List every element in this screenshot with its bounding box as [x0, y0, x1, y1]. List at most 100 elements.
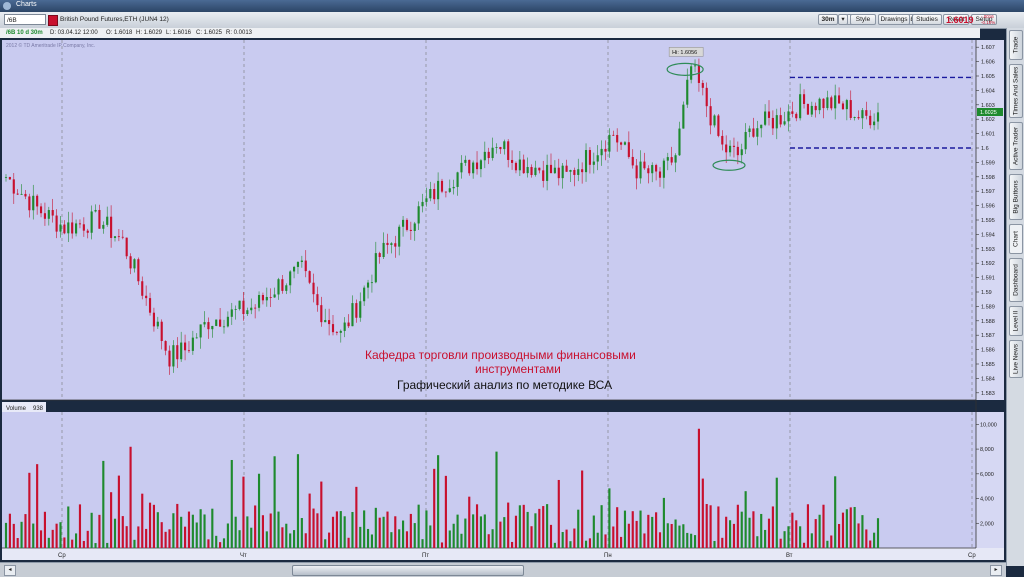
- interval-button[interactable]: 30m: [818, 14, 838, 25]
- candle-body: [690, 66, 693, 80]
- candle-body: [16, 193, 19, 195]
- price-pane[interactable]: [2, 40, 976, 400]
- candle-body: [300, 260, 303, 263]
- candle-body: [242, 300, 245, 315]
- studies-button[interactable]: Studies: [912, 14, 942, 25]
- candle-body: [779, 115, 782, 125]
- chart-scrollbar[interactable]: ◂ ▸: [0, 562, 1006, 577]
- volume-bar: [187, 511, 191, 548]
- scroll-left-icon[interactable]: ◂: [4, 565, 16, 576]
- candle-body: [518, 159, 521, 171]
- tab-dashboard[interactable]: Dashboard: [1009, 258, 1023, 302]
- volume-bar: [82, 540, 85, 548]
- candle-body: [164, 341, 167, 351]
- price-chart[interactable]: Volume 938 1.6071.6061.6051.6041.6031.60…: [0, 38, 1006, 562]
- volume-bar: [651, 516, 654, 548]
- volume-bar: [876, 518, 880, 548]
- volume-bar: [137, 526, 140, 548]
- volume-bar: [534, 513, 537, 548]
- price-axis-tick: 1.595: [981, 218, 995, 224]
- volume-bar: [604, 534, 607, 548]
- candle-body: [363, 287, 366, 302]
- candle-body: [787, 111, 790, 122]
- volume-bar: [402, 520, 405, 548]
- volume-bar: [141, 493, 144, 548]
- tab-trade[interactable]: Trade: [1009, 30, 1023, 60]
- volume-bar: [285, 523, 288, 548]
- volume-bar: [195, 522, 198, 548]
- price-axis-tick: 1.597: [981, 189, 995, 195]
- candle-body: [658, 171, 662, 178]
- candle-body: [549, 164, 553, 174]
- volume-bar: [514, 515, 518, 548]
- scrollbar-thumb[interactable]: [292, 565, 524, 576]
- volume-pane[interactable]: [2, 412, 976, 548]
- price-axis-tick: 1.585: [981, 362, 995, 368]
- candle-body: [382, 242, 385, 258]
- interval-dropdown-icon[interactable]: ▾: [838, 14, 848, 25]
- volume-bar: [277, 511, 280, 548]
- candle-body: [277, 279, 280, 295]
- candle-body: [285, 285, 288, 291]
- candle-body: [452, 186, 455, 189]
- scroll-right-icon[interactable]: ▸: [990, 565, 1002, 576]
- candle-body: [701, 82, 704, 88]
- candle-body: [370, 282, 373, 284]
- volume-bar: [717, 506, 720, 548]
- volume-bar: [300, 518, 303, 548]
- chart-label: /6B 10 d 30m: [6, 30, 43, 36]
- candle-body: [760, 124, 763, 129]
- symbol-input[interactable]: /6B: [4, 14, 46, 25]
- bar-range: R: 0.0013: [226, 30, 253, 36]
- volume-bar: [709, 505, 712, 548]
- candle-body: [627, 142, 630, 157]
- candle-body: [460, 162, 463, 173]
- tab-big-buttons[interactable]: Big Buttons: [1009, 174, 1023, 220]
- volume-bar: [538, 508, 541, 548]
- candle-body: [841, 103, 845, 110]
- volume-bar: [748, 517, 751, 548]
- tab-level-ii[interactable]: Level II: [1009, 306, 1023, 336]
- volume-bar: [845, 509, 848, 548]
- tab-active-trader[interactable]: Active Trader: [1009, 122, 1023, 170]
- volume-bar: [394, 516, 397, 548]
- price-axis-tick: 1.603: [981, 103, 995, 109]
- volume-bar: [347, 537, 350, 548]
- volume-bar: [526, 511, 529, 548]
- candle-body: [51, 210, 54, 216]
- candle-body: [697, 65, 700, 83]
- candle-body: [187, 350, 191, 352]
- volume-bar: [160, 522, 163, 548]
- volume-bar: [203, 514, 206, 548]
- candle-body: [647, 168, 650, 174]
- tab-times-and-sales[interactable]: Times And Sales: [1009, 64, 1023, 118]
- candle-body: [409, 229, 412, 231]
- volume-bar: [460, 533, 463, 548]
- candle-body: [530, 167, 533, 176]
- style-button[interactable]: Style: [850, 14, 876, 25]
- drawings-button[interactable]: Drawings: [878, 14, 910, 25]
- volume-bar: [86, 530, 89, 548]
- candle-body: [4, 177, 8, 178]
- volume-bar: [705, 504, 708, 548]
- volume-bar: [841, 512, 845, 548]
- bar-open: O: 1.6018: [106, 30, 133, 36]
- candle-body: [468, 159, 471, 174]
- candle-body: [818, 98, 821, 111]
- candle-body: [230, 309, 233, 317]
- tab-chart[interactable]: Chart: [1009, 224, 1023, 254]
- volume-bar: [865, 529, 868, 548]
- volume-bar: [518, 505, 521, 548]
- volume-bar: [211, 508, 214, 548]
- candle-body: [386, 242, 389, 245]
- volume-bar: [405, 531, 409, 548]
- volume-bar: [226, 523, 229, 548]
- candle-body: [293, 266, 296, 272]
- tab-live-news[interactable]: Live News: [1009, 340, 1023, 378]
- volume-bar: [479, 516, 482, 548]
- candle-body: [838, 95, 841, 104]
- volume-bar: [339, 511, 342, 548]
- candle-body: [620, 142, 623, 145]
- candle-body: [643, 161, 646, 169]
- price-axis-tick: 1.588: [981, 319, 995, 325]
